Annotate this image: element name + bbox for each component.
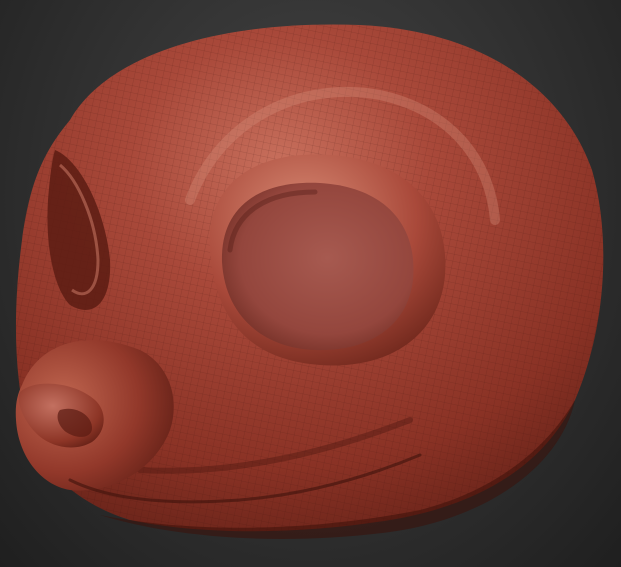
sculpt-model[interactable] (0, 0, 621, 567)
3d-viewport[interactable] (0, 0, 621, 567)
